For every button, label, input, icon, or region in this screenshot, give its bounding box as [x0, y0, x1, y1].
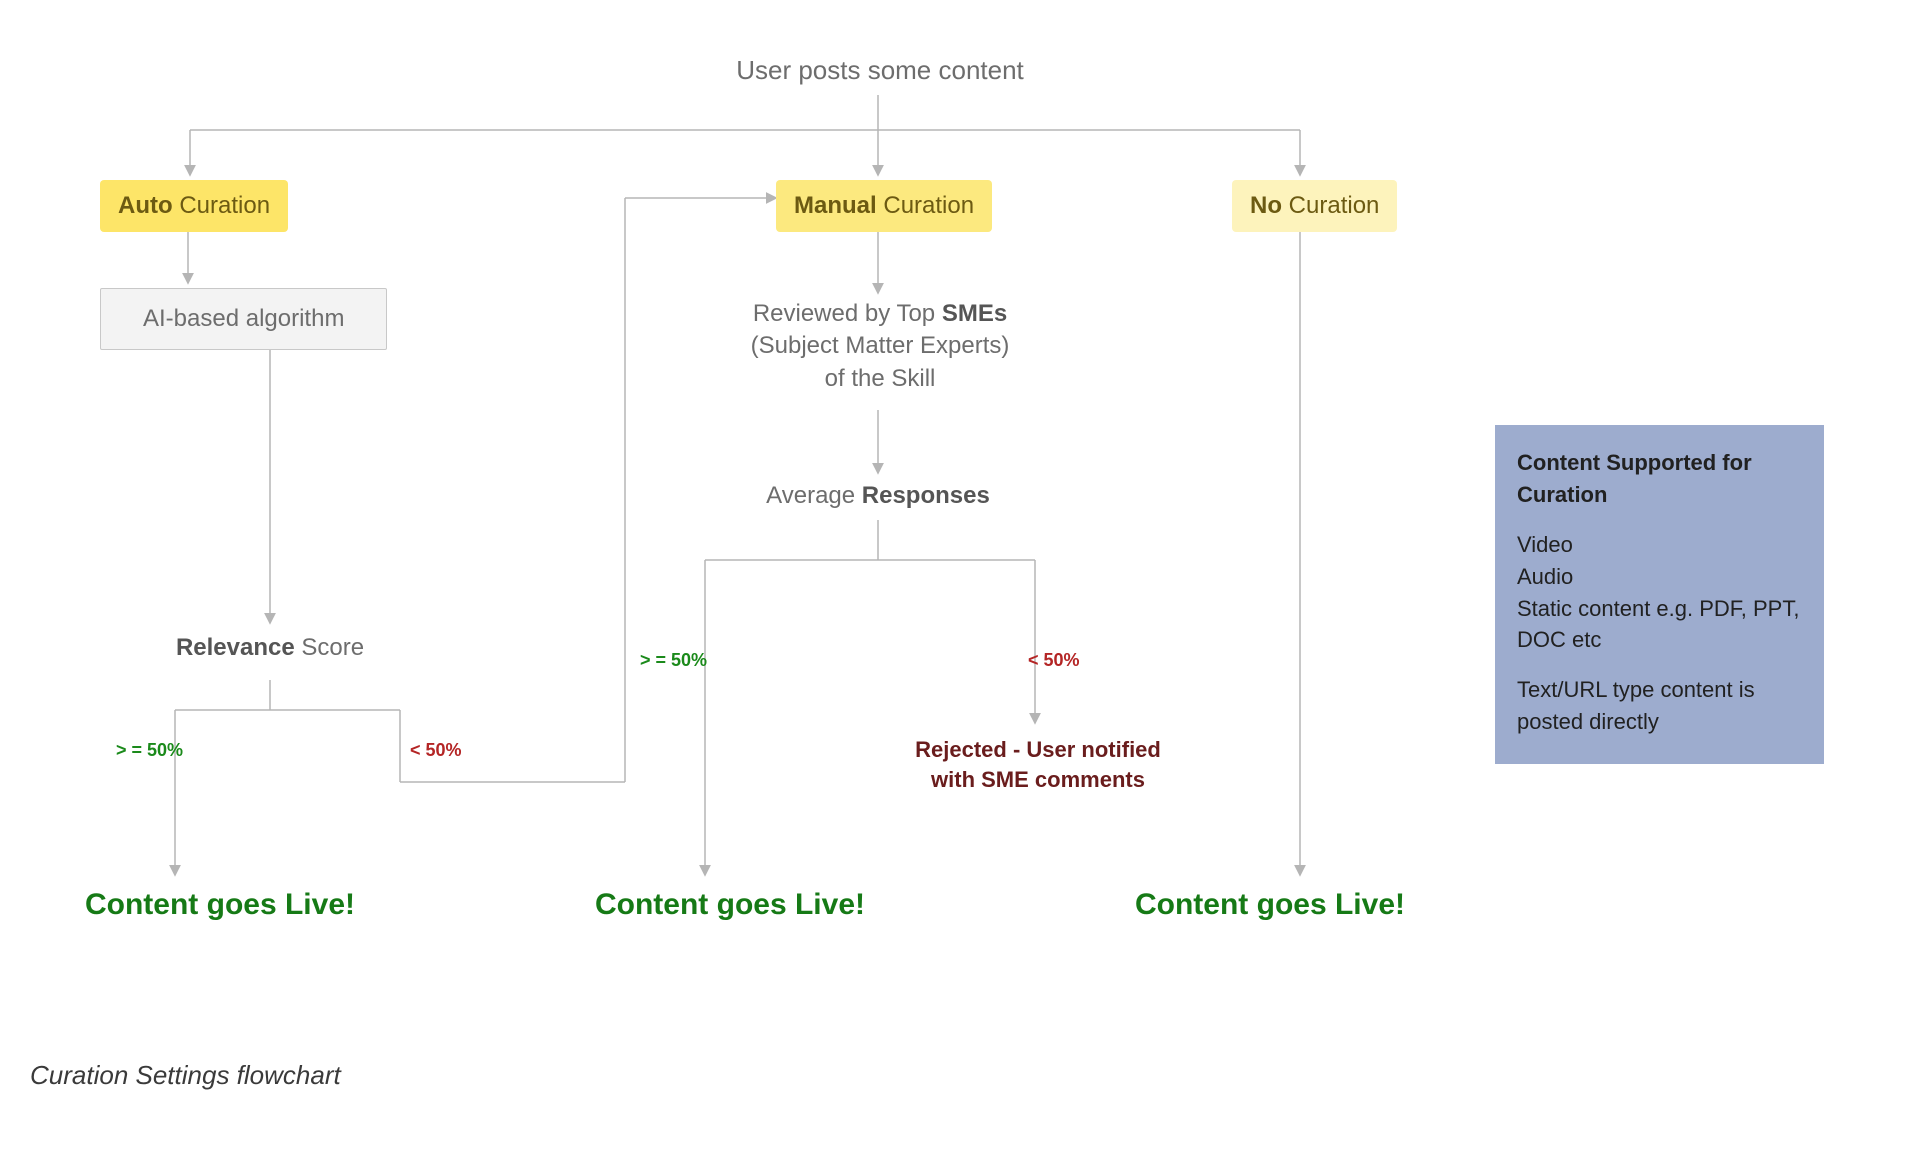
start-node: User posts some content — [700, 55, 1060, 86]
pill-auto-curation: Auto Curation — [100, 180, 288, 232]
threshold-manual-lt-50: < 50% — [1028, 650, 1080, 671]
avg-pre: Average — [766, 482, 862, 509]
sme-line1-pre: Reviewed by Top — [753, 300, 942, 327]
node-live-none: Content goes Live! — [1110, 888, 1430, 922]
pill-no-rest: Curation — [1282, 192, 1379, 219]
sidebox-content-supported: Content Supported for Curation Video Aud… — [1495, 425, 1824, 764]
pill-manual-bold: Manual — [794, 192, 877, 219]
pill-no-bold: No — [1250, 192, 1282, 219]
sidebox-item: Static content e.g. PDF, PPT, DOC etc — [1517, 593, 1802, 657]
figure-caption: Curation Settings flowchart — [30, 1060, 341, 1091]
pill-manual-curation: Manual Curation — [776, 180, 992, 232]
sme-line1-bold: SMEs — [942, 300, 1007, 327]
node-rejected: Rejected - User notified with SME commen… — [888, 735, 1188, 794]
rejected-line2: with SME comments — [931, 767, 1145, 792]
avg-bold: Responses — [862, 482, 990, 509]
pill-auto-bold: Auto — [118, 192, 173, 219]
node-relevance-score: Relevance Score — [150, 632, 390, 664]
threshold-auto-lt-50: < 50% — [410, 740, 462, 761]
node-sme-review: Reviewed by Top SMEs (Subject Matter Exp… — [730, 298, 1030, 395]
relevance-bold: Relevance — [176, 634, 295, 661]
rejected-line1: Rejected - User notified — [915, 737, 1161, 762]
sidebox-item: Audio — [1517, 561, 1802, 593]
flowchart-canvas: User posts some content Auto Curation Ma… — [0, 0, 1920, 1161]
node-live-manual: Content goes Live! — [570, 888, 890, 922]
node-live-auto: Content goes Live! — [60, 888, 380, 922]
sidebox-header: Content Supported for Curation — [1517, 447, 1802, 511]
node-average-responses: Average Responses — [758, 480, 998, 512]
threshold-manual-gte-50: > = 50% — [640, 650, 707, 671]
node-ai-algorithm: AI-based algorithm — [100, 288, 387, 350]
sme-line2: (Subject Matter Experts) — [751, 332, 1010, 359]
pill-no-curation: No Curation — [1232, 180, 1397, 232]
threshold-auto-gte-50: > = 50% — [116, 740, 183, 761]
sidebox-footnote: Text/URL type content is posted directly — [1517, 674, 1802, 738]
pill-manual-rest: Curation — [877, 192, 974, 219]
pill-auto-rest: Curation — [173, 192, 270, 219]
relevance-rest: Score — [295, 634, 364, 661]
sidebox-item: Video — [1517, 529, 1802, 561]
sme-line3: of the Skill — [825, 365, 936, 392]
